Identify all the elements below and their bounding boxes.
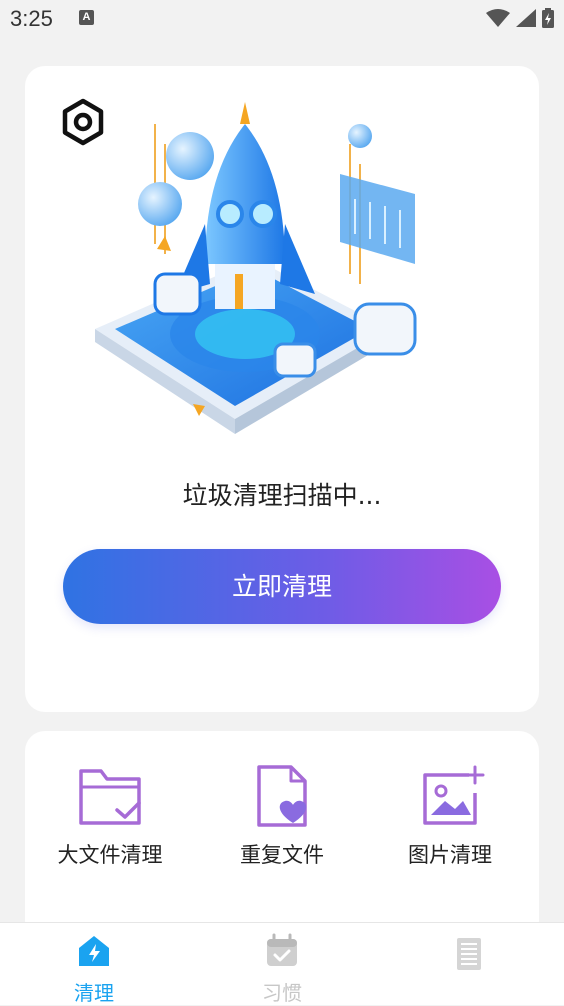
nav-tab-documents[interactable] — [409, 933, 529, 983]
nav-label: 清理 — [74, 981, 114, 1005]
tool-large-file-clean[interactable]: 大文件清理 — [35, 763, 185, 869]
home-bolt-icon — [79, 936, 109, 966]
notification-a-icon: A — [79, 10, 94, 25]
clean-now-button[interactable]: 立即清理 — [63, 549, 501, 624]
tool-label: 图片清理 — [408, 843, 492, 867]
nav-label: 习惯 — [262, 981, 302, 1005]
wifi-icon — [486, 9, 510, 27]
tools-card: 大文件清理 重复文件 图片清理 — [25, 731, 539, 941]
signal-icon — [516, 9, 536, 27]
settings-hexagon-icon[interactable] — [59, 98, 107, 146]
bottom-nav: 清理 习惯 — [0, 922, 564, 1005]
tool-duplicate-files[interactable]: 重复文件 — [207, 763, 357, 869]
scan-card: 垃圾清理扫描中... 立即清理 — [25, 66, 539, 712]
folder-check-icon — [79, 769, 141, 825]
image-plus-icon — [423, 765, 485, 825]
battery-icon — [542, 8, 554, 28]
scan-status-text: 垃圾清理扫描中... — [182, 481, 382, 510]
file-heart-icon — [257, 765, 307, 827]
document-list-icon — [457, 938, 481, 970]
rocket-illustration — [95, 102, 417, 434]
nav-tab-habits[interactable]: 习惯 — [222, 933, 342, 1006]
status-time: 3:25 — [10, 6, 53, 31]
tool-label: 重复文件 — [240, 843, 324, 867]
tool-image-clean[interactable]: 图片清理 — [375, 763, 525, 869]
tool-label: 大文件清理 — [57, 843, 163, 867]
status-bar: 3:25 A — [0, 0, 564, 40]
nav-tab-clean[interactable]: 清理 — [34, 933, 154, 1006]
calendar-check-icon — [267, 933, 297, 966]
